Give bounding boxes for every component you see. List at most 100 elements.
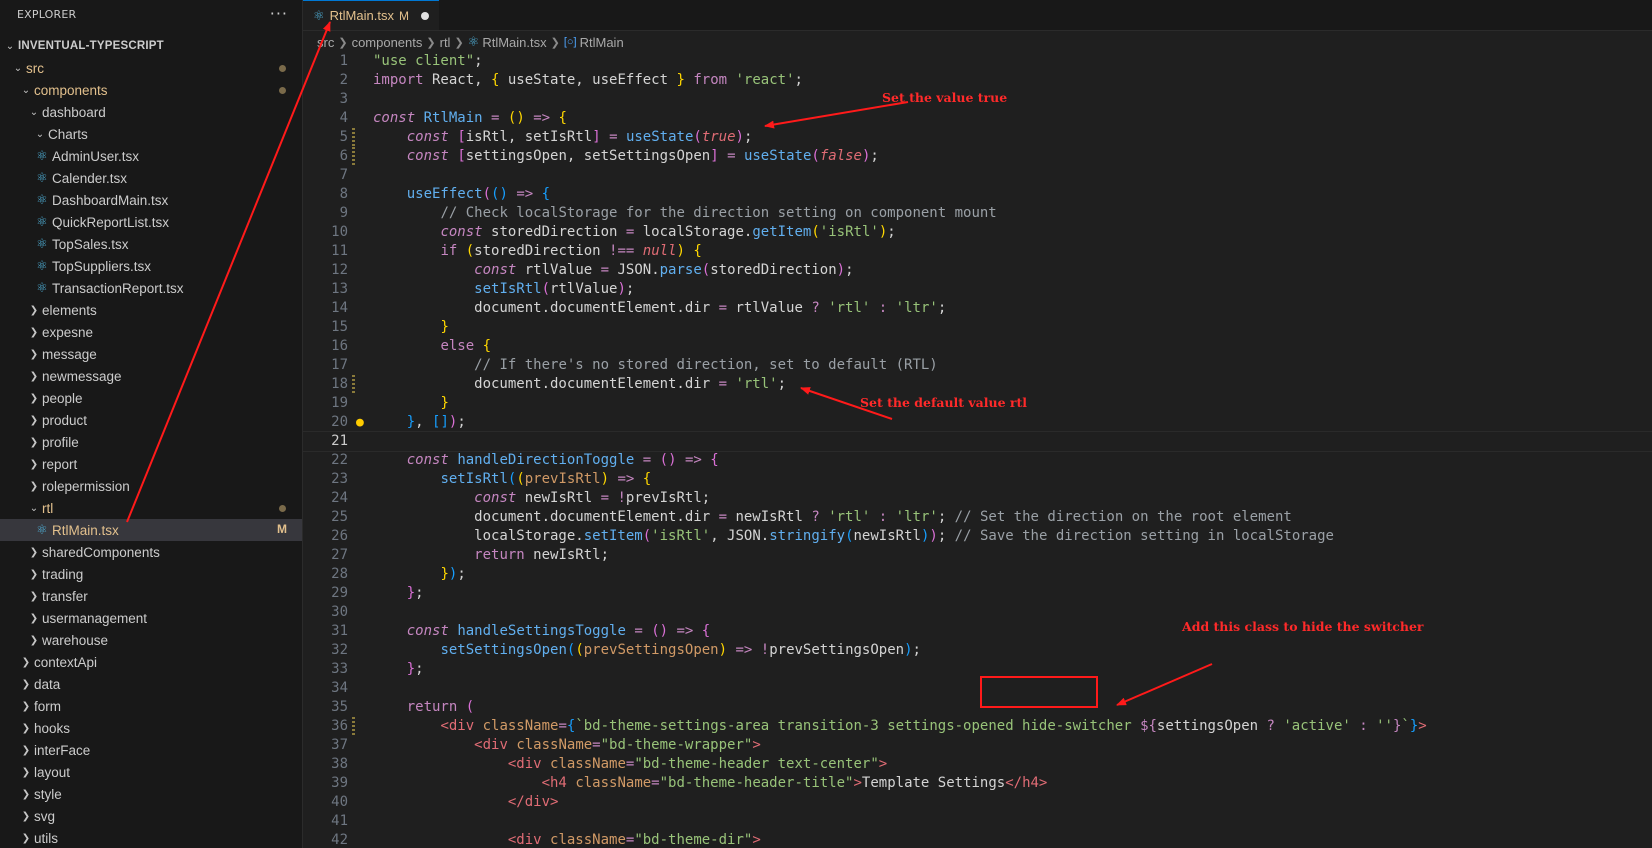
- code-token: (: [693, 129, 702, 145]
- code-token: ): [617, 281, 626, 297]
- chevron-right-icon: ❯: [21, 722, 31, 734]
- tree-file[interactable]: ⚛ AdminUser.tsx: [0, 145, 302, 167]
- code-token: ): [676, 243, 685, 259]
- line-number: 14: [331, 300, 348, 316]
- tree-file[interactable]: ⚛ TopSales.tsx: [0, 233, 302, 255]
- tree-folder[interactable]: ⌄ Charts: [0, 123, 302, 145]
- tree-folder[interactable]: ❯ interFace: [0, 739, 302, 761]
- tree-file[interactable]: ⚛ DashboardMain.tsx: [0, 189, 302, 211]
- tree-folder[interactable]: ❯ newmessage: [0, 365, 302, 387]
- tree-folder[interactable]: ❯ hooks: [0, 717, 302, 739]
- chevron-down-icon: ⌄: [21, 84, 31, 96]
- chevron-right-icon: ❯: [21, 744, 31, 756]
- code-text: import React, { useState, useEffect } fr…: [373, 71, 803, 90]
- tree-folder[interactable]: ❯ product: [0, 409, 302, 431]
- code-token: ): [600, 471, 610, 487]
- tree-folder[interactable]: ❯ message: [0, 343, 302, 365]
- tree-folder[interactable]: ❯ rolepermission: [0, 475, 302, 497]
- react-file-icon: ⚛: [36, 170, 48, 186]
- line-number: 15: [331, 319, 348, 335]
- annotation-note: Set the default value rtl: [860, 395, 1028, 410]
- line-number: 6: [339, 148, 348, 164]
- code-line: 37 <div className="bd-theme-wrapper">: [303, 736, 1652, 755]
- workspace-root[interactable]: ⌄ INVENTUAL-TYPESCRIPT: [0, 35, 302, 57]
- code-line: 32 setSettingsOpen((prevSettingsOpen) =>…: [303, 641, 1652, 660]
- tree-folder[interactable]: ❯ svg: [0, 805, 302, 827]
- code-token: ): [718, 642, 728, 658]
- tree-folder[interactable]: ❯ layout: [0, 761, 302, 783]
- tree-folder[interactable]: ❯ people: [0, 387, 302, 409]
- tree-folder[interactable]: ❯ style: [0, 783, 302, 805]
- gutter-change-marker: [352, 147, 355, 166]
- tree-file[interactable]: ⚛ QuickReportList.tsx: [0, 211, 302, 233]
- react-file-icon: ⚛: [313, 7, 325, 23]
- breadcrumb-components[interactable]: components: [352, 35, 423, 50]
- code-token: ;: [701, 490, 711, 506]
- code-token: {: [558, 110, 567, 126]
- tree-file[interactable]: ⚛ RtlMain.tsx M: [0, 519, 302, 541]
- tree-folder[interactable]: ❯ data: [0, 673, 302, 695]
- breadcrumb-src[interactable]: src: [317, 35, 334, 50]
- breadcrumb-rtl[interactable]: rtl: [440, 35, 451, 50]
- code-line: 17 // If there's no stored direction, se…: [303, 356, 1652, 375]
- tree-folder[interactable]: ⌄ dashboard: [0, 101, 302, 123]
- code-line: 15 }: [303, 318, 1652, 337]
- tree-folder[interactable]: ⌄ src: [0, 57, 302, 79]
- tree-folder[interactable]: ⌄ components: [0, 79, 302, 101]
- code-editor[interactable]: 1 "use client"; 2 import React, { useState,…: [303, 52, 1652, 848]
- breadcrumb-file[interactable]: RtlMain.tsx: [482, 35, 546, 50]
- line-number: 22: [331, 452, 348, 468]
- chevron-right-icon: ❯: [29, 590, 39, 602]
- tree-item-label: TopSuppliers.tsx: [52, 258, 152, 274]
- tab-rtlmain[interactable]: ⚛ RtlMain.tsx M: [303, 0, 439, 30]
- tree-folder[interactable]: ❯ utils: [0, 827, 302, 848]
- unsaved-dot-icon[interactable]: [420, 11, 429, 20]
- code-text: document.documentElement.dir = 'rtl';: [373, 375, 786, 394]
- code-token: ): [929, 528, 938, 544]
- tree-file[interactable]: ⚛ TopSuppliers.tsx: [0, 255, 302, 277]
- tree-folder[interactable]: ❯ transfer: [0, 585, 302, 607]
- chevron-right-icon: ❯: [29, 326, 39, 338]
- tree-folder[interactable]: ❯ sharedComponents: [0, 541, 302, 563]
- tree-folder[interactable]: ❯ expesne: [0, 321, 302, 343]
- code-text: <div className="bd-theme-dir">: [373, 831, 761, 848]
- code-token: className: [482, 718, 559, 734]
- code-token: setIsRtl: [474, 281, 542, 297]
- tree-folder[interactable]: ❯ form: [0, 695, 302, 717]
- tree-folder[interactable]: ❯ profile: [0, 431, 302, 453]
- tree-folder[interactable]: ❯ contextApi: [0, 651, 302, 673]
- tree-item-label: newmessage: [42, 368, 122, 384]
- tree-folder[interactable]: ❯ elements: [0, 299, 302, 321]
- breadcrumb-symbol[interactable]: RtlMain: [580, 35, 624, 50]
- lightbulb-icon[interactable]: ●: [356, 413, 364, 432]
- tree-file[interactable]: ⚛ TransactionReport.tsx: [0, 277, 302, 299]
- code-token: className: [550, 756, 626, 772]
- code-token: =: [718, 300, 728, 316]
- line-number: 1: [339, 53, 348, 69]
- code-token: {: [710, 452, 719, 468]
- code-token: const: [406, 129, 449, 145]
- tree-folder[interactable]: ❯ report: [0, 453, 302, 475]
- tree-folder[interactable]: ❯ usermanagement: [0, 607, 302, 629]
- code-line: 13 setIsRtl(rtlValue);: [303, 280, 1652, 299]
- code-token: stringify: [769, 528, 846, 544]
- tree-folder[interactable]: ❯ trading: [0, 563, 302, 585]
- code-token: useState, useEffect: [499, 72, 677, 88]
- tree-file[interactable]: ⚛ Calender.tsx: [0, 167, 302, 189]
- tree-folder[interactable]: ❯ warehouse: [0, 629, 302, 651]
- code-line: 21: [303, 431, 1652, 452]
- tree-folder[interactable]: ⌄ rtl: [0, 497, 302, 519]
- code-token: JSON.: [727, 528, 770, 544]
- code-line: 39 <h4 className="bd-theme-header-title"…: [303, 774, 1652, 793]
- chevron-right-icon: ❯: [29, 612, 39, 624]
- code-token: ]: [592, 129, 601, 145]
- more-actions-icon[interactable]: ···: [270, 6, 288, 22]
